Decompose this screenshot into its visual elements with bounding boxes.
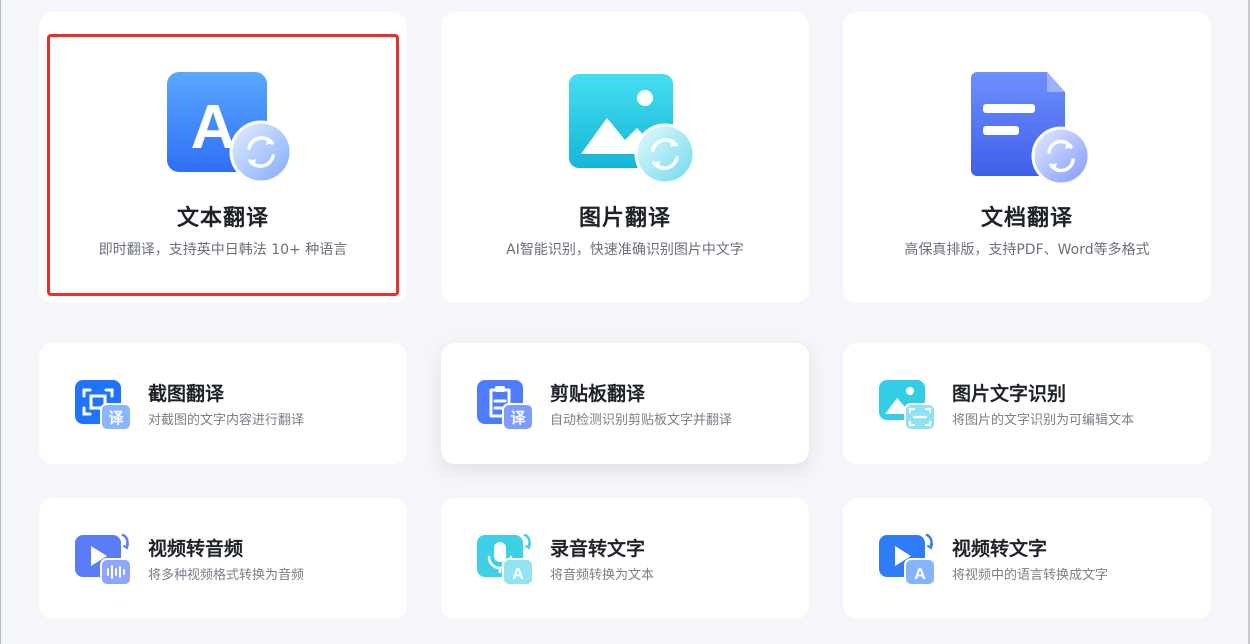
card-description: 将图片的文字识别为可编辑文本: [952, 413, 1135, 428]
image-ocr-icon: [879, 380, 936, 431]
card-title: 截图翻译: [148, 383, 225, 405]
image-translate-card[interactable]: 图片翻译 AI智能识别，快速准确识别图片中文字: [441, 12, 809, 303]
feature-grid-page: A 文本翻译 即时翻译，支持英中日韩法 10+ 种语言 图片翻译 AI智能识别，…: [0, 0, 1250, 644]
document-translate-card[interactable]: 文档翻译 高保真排版，支持PDF、Word等多格式: [843, 12, 1211, 303]
audio-to-text-card[interactable]: A 录音转文字 将音频转换为文本: [441, 498, 809, 619]
card-title: 剪贴板翻译: [550, 383, 646, 405]
card-description: 高保真排版，支持PDF、Word等多格式: [904, 242, 1150, 258]
svg-text:A: A: [191, 93, 236, 162]
card-description: 对截图的文字内容进行翻译: [148, 413, 305, 428]
svg-text:译: 译: [108, 409, 124, 427]
card-title: 视频转音频: [148, 538, 244, 560]
text-translate-card[interactable]: A 文本翻译 即时翻译，支持英中日韩法 10+ 种语言: [39, 12, 407, 303]
card-title: 图片翻译: [578, 206, 671, 231]
svg-text:译: 译: [510, 409, 526, 427]
audio-to-text-icon: A: [477, 533, 534, 586]
svg-text:A: A: [512, 566, 524, 583]
card-title: 文档翻译: [980, 206, 1073, 231]
image-translate-icon: [569, 74, 696, 185]
video-to-text-card[interactable]: A 视频转文字 将视频中的语言转换成文字: [843, 498, 1211, 619]
video-to-audio-icon: [75, 533, 132, 586]
screenshot-translate-icon: 译: [75, 380, 132, 431]
window-edge-left: [0, 0, 1, 644]
clipboard-translate-icon: 译: [477, 380, 534, 431]
clipboard-translate-card[interactable]: 译 剪贴板翻译 自动检测识别剪贴板文字并翻译: [441, 343, 809, 464]
document-translate-icon: [971, 72, 1091, 186]
card-description: AI智能识别，快速准确识别图片中文字: [506, 242, 744, 258]
card-description: 将多种视频格式转换为音频: [148, 568, 305, 583]
text-translate-icon: A: [167, 72, 293, 184]
card-title: 文本翻译: [176, 206, 269, 231]
video-to-text-icon: A: [879, 533, 936, 586]
screenshot-translate-card[interactable]: 译 截图翻译 对截图的文字内容进行翻译: [39, 343, 407, 464]
video-to-audio-card[interactable]: 视频转音频 将多种视频格式转换为音频: [39, 498, 407, 619]
card-description: 将视频中的语言转换成文字: [952, 568, 1109, 583]
image-ocr-card[interactable]: 图片文字识别 将图片的文字识别为可编辑文本: [843, 343, 1211, 464]
svg-text:A: A: [914, 566, 926, 583]
card-title: 视频转文字: [952, 538, 1048, 560]
card-description: 即时翻译，支持英中日韩法 10+ 种语言: [98, 242, 348, 258]
card-title: 录音转文字: [550, 538, 646, 560]
card-description: 将音频转换为文本: [550, 568, 655, 583]
card-description: 自动检测识别剪贴板文字并翻译: [550, 413, 733, 428]
card-title: 图片文字识别: [952, 383, 1067, 405]
